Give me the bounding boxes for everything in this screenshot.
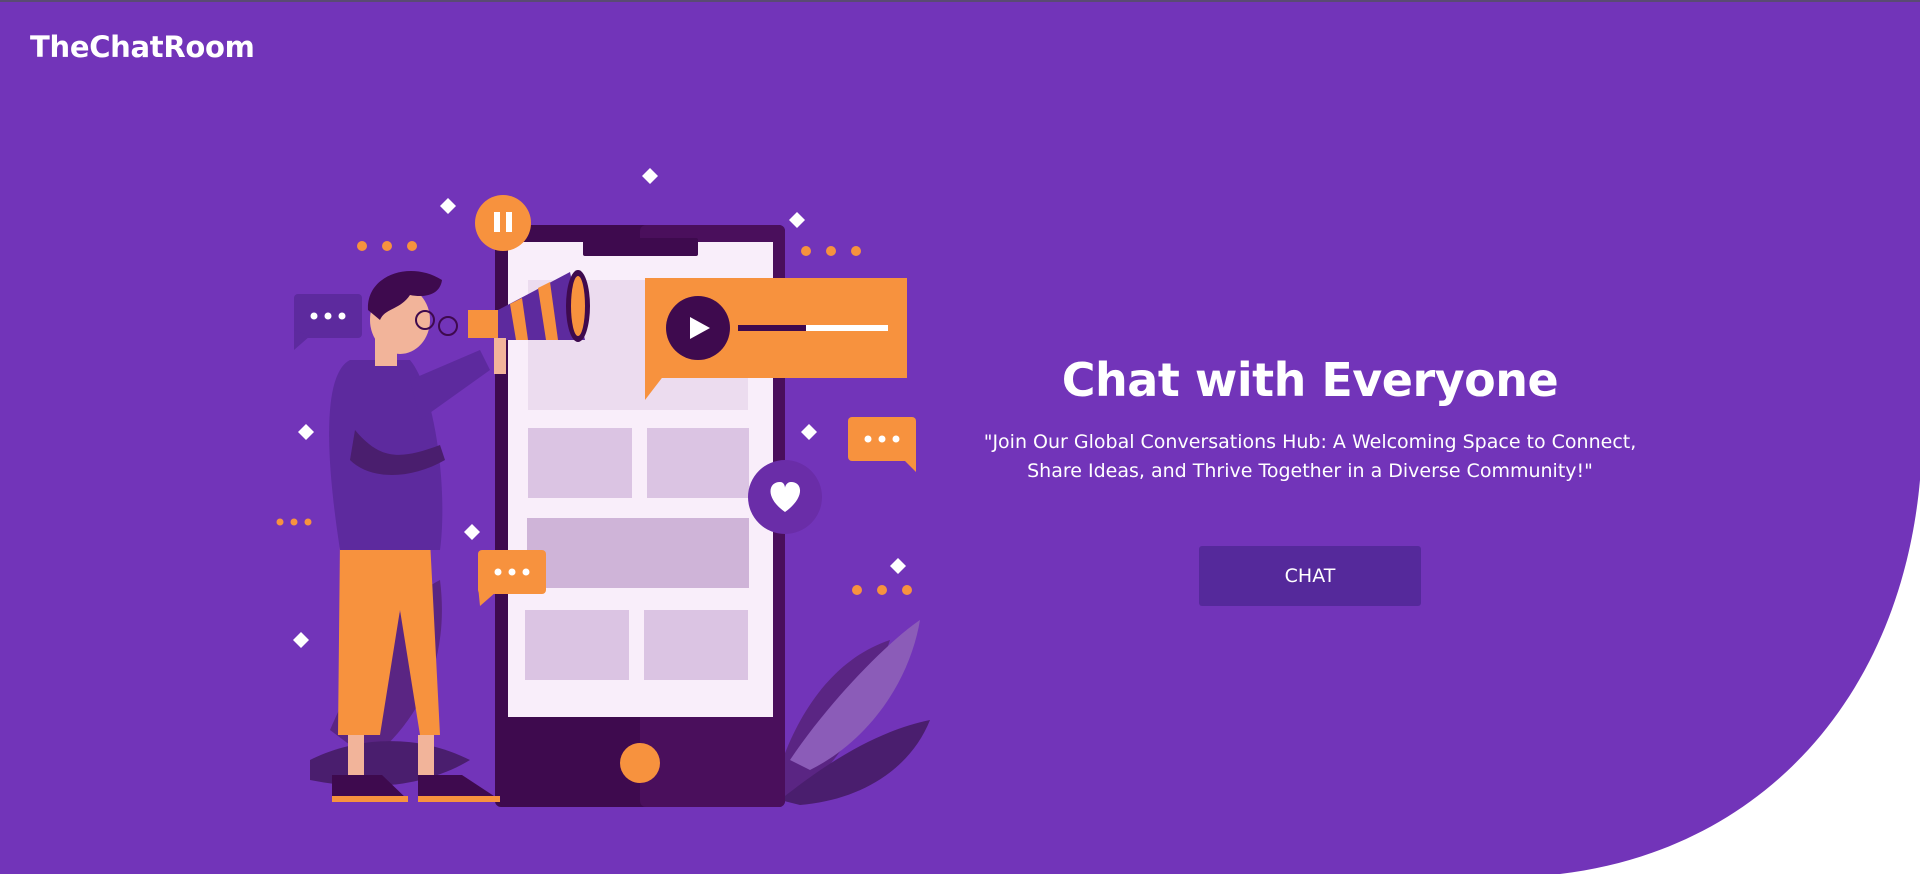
site-logo[interactable]: TheChatRoom xyxy=(30,30,255,64)
page-title: Chat with Everyone xyxy=(1061,353,1559,407)
hero-content: Chat with Everyone "Join Our Global Conv… xyxy=(960,352,1660,606)
chat-bubble-icon xyxy=(848,417,916,472)
chat-button[interactable]: CHAT xyxy=(1199,546,1421,606)
pause-icon xyxy=(475,195,531,251)
hero-tagline: "Join Our Global Conversations Hub: A We… xyxy=(983,431,1637,482)
top-border xyxy=(0,0,1920,2)
heart-icon xyxy=(748,460,822,534)
landing-page: TheChatRoom Chat with Everyone "Join Our… xyxy=(0,0,1920,874)
leaf-decoration-right xyxy=(770,620,930,805)
hero-illustration xyxy=(276,168,930,807)
chat-bubble-icon xyxy=(294,294,362,350)
